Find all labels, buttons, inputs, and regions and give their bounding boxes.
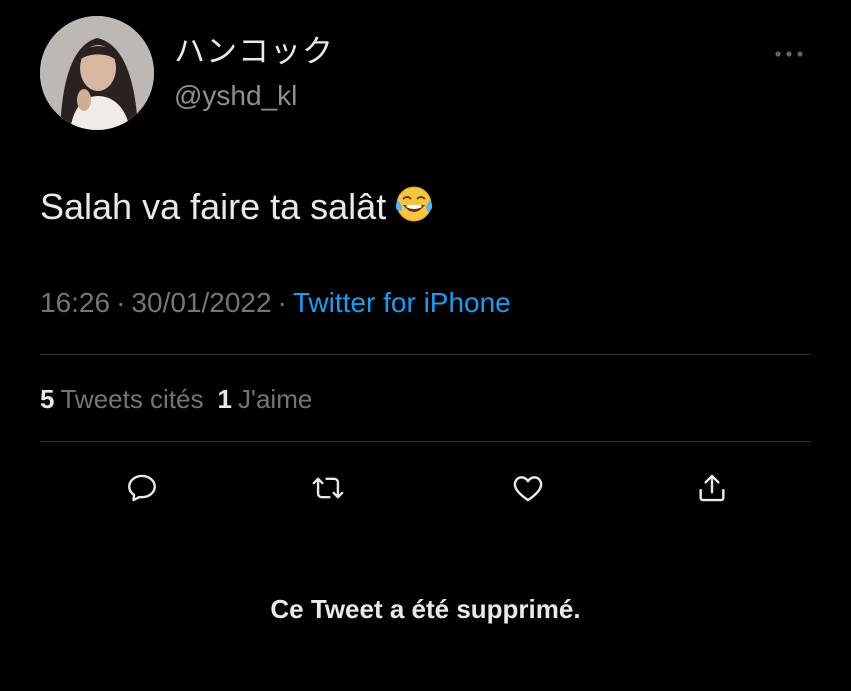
tweet-text-body: Salah va faire ta salât xyxy=(40,186,387,227)
tweet-date: 30/01/2022 xyxy=(131,287,272,318)
heart-icon xyxy=(513,476,543,502)
quote-tweets-stat[interactable]: 5 Tweets cités xyxy=(40,384,204,414)
deleted-tweet-notice: Ce Tweet a été supprimé. xyxy=(270,594,581,624)
retweet-button[interactable] xyxy=(306,466,350,510)
share-button[interactable] xyxy=(690,466,734,510)
like-button[interactable] xyxy=(506,466,550,510)
tweet-actions xyxy=(40,466,811,516)
divider xyxy=(40,354,811,355)
tweet-time: 16:26 xyxy=(40,287,111,318)
share-icon xyxy=(699,474,725,502)
author-display-name[interactable]: ハンコック xyxy=(174,36,334,67)
reply-icon xyxy=(128,474,156,502)
tweet-meta: 16:26 · 30/01/2022 · Twitter for iPhone xyxy=(40,286,511,320)
tweet-stats: 5 Tweets cités 1 J'aime xyxy=(40,384,312,415)
retweet-icon xyxy=(312,477,344,499)
likes-stat[interactable]: 1 J'aime xyxy=(218,384,313,414)
quote-tweets-label: Tweets cités xyxy=(60,384,204,414)
quote-tweets-count: 5 xyxy=(40,384,55,414)
divider xyxy=(40,441,811,442)
tweet-source-link[interactable]: Twitter for iPhone xyxy=(293,287,511,318)
likes-count: 1 xyxy=(217,384,232,414)
avatar[interactable] xyxy=(40,16,154,130)
face-with-tears-of-joy-emoji-icon xyxy=(394,184,434,233)
more-options-button[interactable] xyxy=(771,44,807,64)
meta-separator: · xyxy=(277,287,287,318)
avatar-image xyxy=(40,16,154,130)
tweet-header: ハンコック @yshd_kl xyxy=(40,16,811,132)
likes-label: J'aime xyxy=(238,384,313,414)
reply-button[interactable] xyxy=(120,466,164,510)
author-handle[interactable]: @yshd_kl xyxy=(174,82,297,110)
more-options-icon xyxy=(775,51,803,57)
tweet-text: Salah va faire ta salât xyxy=(40,184,434,233)
meta-separator: · xyxy=(116,287,126,318)
